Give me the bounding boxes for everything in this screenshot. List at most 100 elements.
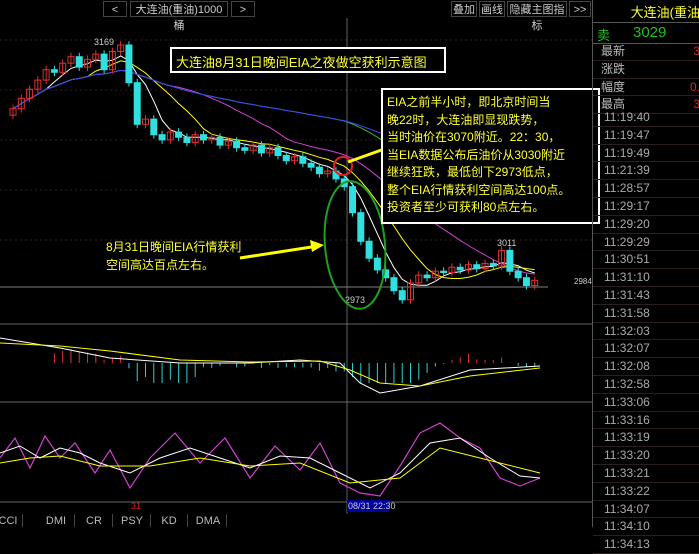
candle <box>133 82 141 125</box>
tick-time: 11:29:17 <box>593 198 699 216</box>
left-note: 8月31日晚间EIA行情获利 空间高达百点左右。 <box>106 238 241 274</box>
tick-time: 11:19:47 <box>593 127 699 145</box>
quote-value: 3 <box>693 44 699 58</box>
prev-button[interactable]: < <box>103 1 127 17</box>
left-note-line: 空间高达百点左右。 <box>106 258 215 272</box>
arrow-head-icon <box>310 240 324 252</box>
candle <box>307 162 315 168</box>
tick-time: 11:32:58 <box>593 376 699 394</box>
macd-dif-line <box>0 337 541 394</box>
tick-time: 11:21:39 <box>593 162 699 181</box>
sell-value: 3029 <box>633 24 667 41</box>
candle <box>125 44 133 84</box>
high-price-label: 3169 <box>94 37 114 47</box>
tick-time: 11:31:58 <box>593 305 699 323</box>
explanation-box: EIA之前半小时，即北京时间当 晚22时，大连油即显现跌势， 当时油价在3070附近… <box>381 88 600 224</box>
overlay-button[interactable]: 叠加 <box>451 1 477 17</box>
tick-time: 11:19:49 <box>593 145 699 163</box>
tick-time: 11:32:07 <box>593 340 699 359</box>
quote-row: 幅度 0. <box>593 79 699 97</box>
arrow-to-ellipse <box>239 244 319 260</box>
tab-kd[interactable]: KD <box>151 514 188 527</box>
candle <box>514 270 522 279</box>
left-note-line: 8月31日晚间EIA行情获利 <box>106 240 242 254</box>
tab-dmi[interactable]: DMI <box>38 514 75 527</box>
kd-panel <box>0 422 541 497</box>
candle <box>75 56 83 68</box>
candle <box>150 118 158 136</box>
tab-cr[interactable]: CR <box>76 514 113 527</box>
candle <box>473 264 481 270</box>
candle <box>423 274 431 279</box>
chart-title-box: 大连油8月31日晚间EIA之夜做空获利示意图 <box>170 47 446 73</box>
tick-time: 11:34:07 <box>593 501 699 519</box>
candle <box>100 53 108 71</box>
sell-label: 卖 <box>597 28 611 43</box>
candle <box>489 262 497 267</box>
date-label: 31 <box>131 501 141 511</box>
candle <box>349 186 357 214</box>
quote-panel: 大连油(重油 卖 3029 最新 3 涨跌 幅度 0. 最高 3 11:19:40 11:19… <box>592 0 699 554</box>
candle <box>506 249 514 272</box>
candle <box>365 240 373 259</box>
tick-time: 11:33:21 <box>593 465 699 483</box>
tick-time: 11:33:06 <box>593 394 699 412</box>
tick-time: 11:33:19 <box>593 429 699 448</box>
symbol-selector[interactable]: 大连油(重油)1000桶 <box>130 1 228 32</box>
candle <box>357 212 365 242</box>
last-price-label: 2984 <box>574 277 592 286</box>
candle <box>398 290 406 301</box>
candle <box>158 134 166 141</box>
candle <box>274 147 282 156</box>
candle <box>50 69 58 73</box>
peak-price-label: 3011 <box>497 238 516 248</box>
candle <box>175 131 183 138</box>
more-button[interactable]: >> <box>569 1 591 17</box>
macd-panel <box>0 337 541 394</box>
quote-row: 最新 3 <box>593 43 699 61</box>
sell-row: 卖 3029 <box>593 22 699 44</box>
quote-title: 大连油(重油 <box>630 5 699 20</box>
tick-time: 11:31:10 <box>593 269 699 287</box>
tick-time: 11:32:08 <box>593 358 699 376</box>
hide-indicators-button[interactable]: 隐藏主图指标 <box>507 1 567 32</box>
candle <box>440 270 448 273</box>
tab-cci[interactable]: CCI <box>0 514 23 527</box>
candle <box>241 147 249 151</box>
candle <box>233 140 241 149</box>
chart-title: 大连油8月31日晚间EIA之夜做空获利示意图 <box>176 55 427 70</box>
candle <box>282 155 290 162</box>
next-button[interactable]: > <box>231 1 255 17</box>
note-line: 整个EIA行情获利空间高达100点。 <box>387 182 571 197</box>
candle <box>257 144 265 154</box>
candle <box>183 136 191 144</box>
candle <box>315 166 323 175</box>
tick-time: 11:32:03 <box>593 323 699 341</box>
tick-time: 11:33:16 <box>593 412 699 430</box>
tick-time: 11:29:20 <box>593 216 699 234</box>
note-line: 继续狂跌，最低创下2973低点， <box>387 165 558 179</box>
quote-label: 最新 <box>601 44 626 58</box>
tick-time: 11:33:20 <box>593 447 699 465</box>
candle <box>456 266 464 271</box>
quote-row: 涨跌 <box>593 61 699 79</box>
candle <box>299 156 307 164</box>
candle <box>216 136 224 146</box>
tick-time: 11:34:13 <box>593 536 699 554</box>
tab-dma[interactable]: DMA <box>190 514 227 527</box>
candle <box>373 257 381 271</box>
note-line: 当EIA数据公布后油价从3030附近 <box>387 147 566 162</box>
tick-time: 11:30:51 <box>593 251 699 270</box>
draw-line-button[interactable]: 画线 <box>479 1 505 17</box>
quote-value: 0. <box>689 79 699 94</box>
cursor-time-label: 08/31 22:30 <box>348 501 396 511</box>
tab-psy[interactable]: PSY <box>114 514 151 527</box>
candle <box>522 277 530 287</box>
note-line: 投资者至少可获利80点左右。 <box>387 200 545 214</box>
tick-time: 11:28:57 <box>593 180 699 198</box>
tick-time: 11:31:43 <box>593 287 699 305</box>
kd-d-line <box>0 437 541 489</box>
note-line: 晚22时，大连油即显现跌势， <box>387 112 545 127</box>
quote-label: 涨跌 <box>601 61 626 76</box>
toolbar: < 大连油(重油)1000桶 > 叠加 画线 隐藏主图指标 >> <box>0 0 592 32</box>
